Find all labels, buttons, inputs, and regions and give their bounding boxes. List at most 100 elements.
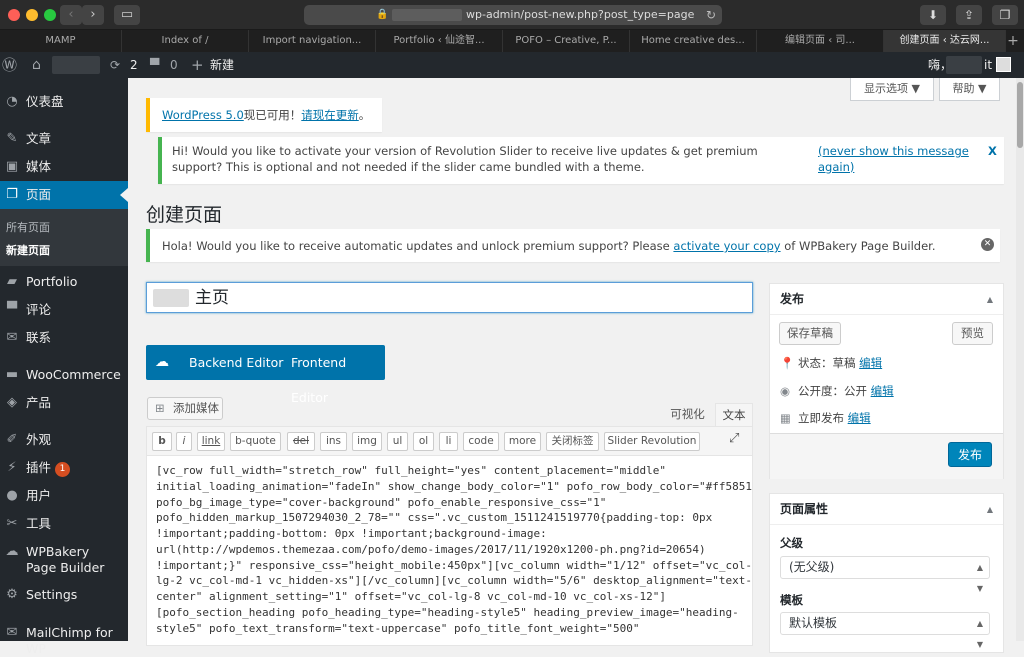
qt-more-button[interactable]: more (504, 432, 541, 451)
qt-close-tags-button[interactable]: 关闭标签 (546, 432, 599, 451)
redacted-site-name[interactable] (52, 56, 100, 74)
sidebar-item-contact[interactable]: ✉ 联系 (0, 324, 128, 352)
qt-italic-button[interactable]: i (176, 432, 192, 451)
qt-code-button[interactable]: code (463, 432, 499, 451)
sidebar-item-dashboard[interactable]: ◔ 仪表盘 (0, 88, 128, 116)
fullscreen-icon[interactable]: ⤢ (729, 431, 739, 446)
frontend-editor-button[interactable]: Frontend Editor (291, 345, 385, 415)
sidebar-item-comments[interactable]: ▀ 评论 (0, 296, 128, 324)
redacted-title-part (153, 289, 189, 307)
wordpress-logo-icon[interactable]: Ⓦ (2, 52, 17, 78)
collapse-toggle-icon[interactable]: ▲ (987, 494, 993, 525)
browser-tab[interactable]: 编辑页面 ‹ 司... (757, 30, 884, 52)
update-now-link[interactable]: 请现在更新 (301, 108, 359, 122)
qt-slider-revolution-button[interactable]: Slider Revolution (604, 432, 700, 451)
products-icon: ◈ (7, 395, 17, 410)
edit-status-link[interactable]: 编辑 (859, 356, 882, 370)
parent-select[interactable]: (无父级) ▲ ▼ (780, 556, 990, 593)
updates-icon[interactable]: ⟳ (110, 52, 120, 78)
updates-count[interactable]: 2 (130, 52, 138, 78)
close-window-button[interactable] (8, 9, 20, 21)
save-draft-button[interactable]: 保存草稿 (779, 322, 841, 345)
browser-tab[interactable]: POFO – Creative, P... (503, 30, 630, 52)
sidebar-item-plugins[interactable]: ⚡ 插件 1 (0, 454, 128, 482)
qt-del-button[interactable]: del (287, 432, 315, 451)
redacted-domain (392, 9, 462, 21)
sidebar-item-settings[interactable]: ⚙ Settings (0, 581, 128, 609)
home-icon[interactable]: ⌂ (32, 52, 41, 78)
tabs-overview-icon[interactable]: ❐ (992, 5, 1018, 25)
wordpress-version-link[interactable]: WordPress 5.0 (162, 108, 244, 122)
submenu-new-page[interactable]: 新建页面 (6, 242, 50, 258)
dismiss-revslider-button[interactable]: X (988, 144, 997, 160)
qt-ol-button[interactable]: ol (413, 432, 434, 451)
zoom-window-button[interactable] (44, 9, 56, 21)
qt-img-button[interactable]: img (352, 432, 382, 451)
preview-button[interactable]: 预览 (952, 322, 993, 345)
sidebar-item-users[interactable]: ● 用户 (0, 482, 128, 510)
qt-li-button[interactable]: li (439, 432, 458, 451)
comments-icon[interactable]: ▀ (150, 52, 159, 78)
collapse-toggle-icon[interactable]: ▲ (987, 284, 993, 315)
browser-tab[interactable]: Home creative des... (630, 30, 757, 52)
browser-tab[interactable]: Portfolio ‹ 仙途智... (376, 30, 503, 52)
update-available-text: 现已可用！ (243, 108, 302, 122)
minimize-window-button[interactable] (26, 9, 38, 21)
comments-count[interactable]: 0 (170, 52, 178, 78)
visibility-label: 公开度： (798, 384, 844, 398)
reload-icon[interactable]: ↻ (706, 5, 716, 25)
qt-bold-button[interactable]: b (152, 432, 172, 451)
qt-ins-button[interactable]: ins (320, 432, 347, 451)
add-media-button[interactable]: ⊞ 添加媒体 (147, 397, 223, 420)
users-icon: ● (6, 488, 18, 503)
tab-visual[interactable]: 可视化 (664, 403, 711, 427)
sidebar-item-appearance[interactable]: ✐ 外观 (0, 426, 128, 454)
never-show-link[interactable]: (never show this message again) (818, 144, 1004, 175)
help-button[interactable]: 帮助 ▼ (939, 78, 1000, 101)
browser-tab[interactable]: MAMP (0, 30, 122, 52)
new-tab-icon[interactable]: + (1006, 30, 1020, 52)
forward-button[interactable]: › (82, 5, 104, 25)
submenu-all-pages[interactable]: 所有页面 (6, 219, 50, 235)
template-select[interactable]: 默认模板 ▲ ▼ (780, 612, 990, 649)
backend-editor-button[interactable]: Backend Editor (189, 345, 283, 380)
dismiss-notice-icon[interactable]: ✕ (981, 238, 994, 251)
sidebar-item-products[interactable]: ◈ 产品 (0, 389, 128, 417)
post-title-input[interactable]: 主页 (146, 282, 753, 313)
tab-text[interactable]: 文本 (715, 403, 753, 427)
sidebar-item-pages[interactable]: ❐ 页面 (0, 181, 128, 209)
content-textarea[interactable]: [vc_row full_width="stretch_row" full_he… (146, 456, 753, 646)
sidebar-item-mailchimp[interactable]: ✉ MailChimp for WP (0, 619, 128, 656)
browser-tab[interactable]: Index of / (122, 30, 249, 52)
page-scrollbar[interactable] (1016, 78, 1024, 641)
qt-bquote-button[interactable]: b-quote (230, 432, 281, 451)
activate-copy-link[interactable]: activate your copy (673, 239, 780, 253)
avatar[interactable] (996, 57, 1011, 72)
sidebar-item-portfolio[interactable]: ▰ Portfolio (0, 268, 128, 296)
edit-visibility-link[interactable]: 编辑 (871, 384, 894, 398)
sidebar-item-media[interactable]: ▣ 媒体 (0, 153, 128, 181)
parent-select-value: (无父级) (789, 560, 835, 574)
sidebar-item-tools[interactable]: ✂ 工具 (0, 510, 128, 538)
sidebar-item-posts[interactable]: ✎ 文章 (0, 125, 128, 153)
qt-link-button[interactable]: link (197, 432, 225, 451)
share-icon[interactable]: ⇪ (956, 5, 982, 25)
sidebar-item-wpbakery[interactable]: ☁ WPBakery Page Builder (0, 538, 128, 580)
page-scrollbar-thumb[interactable] (1017, 82, 1023, 148)
browser-tab[interactable]: Import navigation... (249, 30, 376, 52)
new-content-menu[interactable]: 新建 (210, 52, 234, 78)
address-bar[interactable]: 🔒 wp-admin/post-new.php?post_type=page ↻ (304, 5, 722, 25)
browser-tab-active[interactable]: 创建页面 ‹ 达云网... (884, 30, 1006, 52)
back-button[interactable]: ‹ (60, 5, 82, 25)
publish-button[interactable]: 发布 (948, 442, 992, 467)
qt-ul-button[interactable]: ul (387, 432, 408, 451)
screen-options-button[interactable]: 显示选项 ▼ (850, 78, 934, 101)
revslider-notice-text: Hi! Would you like to activate your vers… (172, 144, 758, 174)
edit-schedule-link[interactable]: 编辑 (848, 411, 871, 425)
sidebar-item-woocommerce[interactable]: ▬ WooCommerce (0, 361, 128, 389)
wp-admin-bar: Ⓦ ⌂ ⟳ 2 ▀ 0 + 新建 嗨， it (0, 52, 1024, 78)
downloads-icon[interactable]: ⬇ (920, 5, 946, 25)
status-value: 草稿 (832, 356, 856, 370)
sidebar-toggle-icon[interactable]: ▭ (114, 5, 140, 25)
redacted-username[interactable] (946, 56, 982, 74)
